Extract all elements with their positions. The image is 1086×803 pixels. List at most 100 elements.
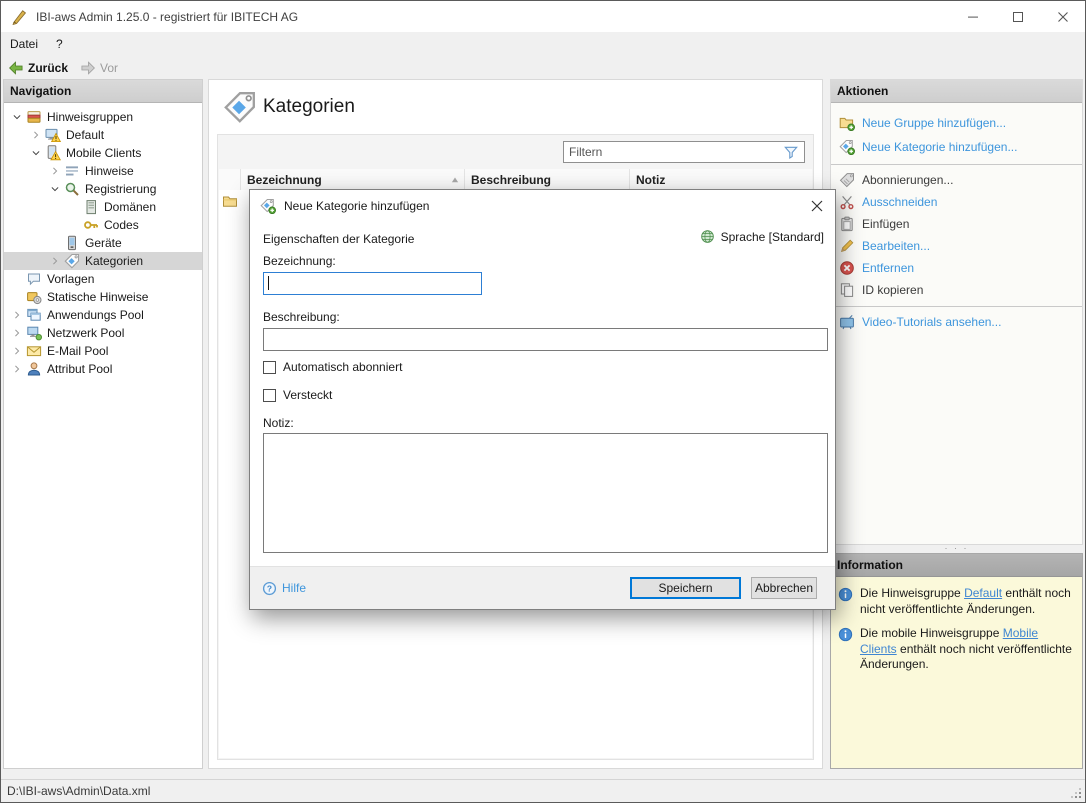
sort-asc-icon <box>450 175 460 185</box>
nav-item-kategorien[interactable]: Kategorien <box>4 252 202 270</box>
expand-icon[interactable] <box>8 343 26 359</box>
nav-item-anwendungs-pool[interactable]: Anwendungs Pool <box>4 306 202 324</box>
dialog-titlebar[interactable]: Neue Kategorie hinzufügen <box>250 190 835 221</box>
column-label: Beschreibung <box>471 173 551 187</box>
filter-input[interactable]: Filtern <box>563 141 805 163</box>
menu-help[interactable]: ? <box>47 32 72 56</box>
group-mobile-icon <box>45 145 61 161</box>
nav-item-attribut-pool[interactable]: Attribut Pool <box>4 360 202 378</box>
titlebar[interactable]: IBI-aws Admin 1.25.0 - registriert für I… <box>1 1 1085 32</box>
cancel-button[interactable]: Abbrechen <box>751 577 817 599</box>
notiz-label: Notiz: <box>263 416 294 430</box>
expand-icon[interactable] <box>27 127 45 143</box>
expand-icon[interactable] <box>8 307 26 323</box>
nav-item-hinweise[interactable]: Hinweise <box>4 162 202 180</box>
nav-item-e-mail-pool[interactable]: E-Mail Pool <box>4 342 202 360</box>
nav-item-mobile-clients[interactable]: Mobile Clients <box>4 144 202 162</box>
nav-item-codes[interactable]: Codes <box>4 216 202 234</box>
templates-icon <box>26 271 42 287</box>
nav-item-statische-hinweise[interactable]: Statische Hinweise <box>4 288 202 306</box>
nav-item-label: Anwendungs Pool <box>42 308 144 322</box>
close-button[interactable] <box>1040 1 1085 32</box>
action-video-tutorials-ansehen[interactable]: Video-Tutorials ansehen... <box>831 311 1082 333</box>
info-link-default[interactable]: Default <box>964 586 1002 600</box>
expand-icon[interactable] <box>8 325 26 341</box>
maximize-button[interactable] <box>995 1 1040 32</box>
column-beschreibung[interactable]: Beschreibung <box>465 169 630 190</box>
collapse-icon[interactable] <box>46 181 64 197</box>
nav-item-label: Mobile Clients <box>61 146 141 160</box>
codes-icon <box>83 217 99 233</box>
back-button[interactable]: Zurück <box>3 58 73 78</box>
nav-item-default[interactable]: Default <box>4 126 202 144</box>
forward-button[interactable]: Vor <box>75 58 123 78</box>
menubar: Datei ? <box>1 32 1085 56</box>
beschreibung-field[interactable] <box>263 328 828 351</box>
column-label: Notiz <box>636 173 665 187</box>
actions-header: Aktionen <box>831 80 1082 103</box>
text-caret <box>268 276 269 290</box>
dialog-close-icon[interactable] <box>809 198 825 214</box>
information-list: Die Hinweisgruppe Default enthält noch n… <box>831 577 1082 673</box>
expand-icon[interactable] <box>46 253 64 269</box>
expand-icon[interactable] <box>8 361 26 377</box>
nav-item-registrierung[interactable]: Registrierung <box>4 180 202 198</box>
nav-item-ger-te[interactable]: Geräte <box>4 234 202 252</box>
nav-item-hinweisgruppen[interactable]: Hinweisgruppen <box>4 108 202 126</box>
action-label: Video-Tutorials ansehen... <box>862 315 1001 329</box>
action-bearbeiten[interactable]: Bearbeiten... <box>831 235 1082 257</box>
action-neue-gruppe-hinzuf-gen[interactable]: Neue Gruppe hinzufügen... <box>831 111 1082 135</box>
bezeichnung-field[interactable] <box>263 272 482 295</box>
notice-groups-icon <box>26 109 42 125</box>
language-selector[interactable]: Sprache [Standard] <box>700 229 824 244</box>
copy-id-icon <box>839 282 855 298</box>
minimize-button[interactable] <box>950 1 995 32</box>
window-controls <box>950 1 1085 32</box>
action-abonnierungen[interactable]: Abonnierungen... <box>831 169 1082 191</box>
edit-icon <box>839 238 855 254</box>
navigation-panel: Navigation HinweisgruppenDefaultMobile C… <box>3 79 203 769</box>
resize-grip[interactable] <box>1069 786 1081 798</box>
dialog-footer: ? Hilfe Speichern Abbrechen <box>250 566 835 609</box>
column-icon[interactable] <box>219 169 241 190</box>
save-button[interactable]: Speichern <box>630 577 741 599</box>
checkbox-icon <box>263 389 276 402</box>
expand-icon[interactable] <box>46 163 64 179</box>
app-logo-icon <box>11 8 28 25</box>
maximize-icon <box>1010 9 1026 25</box>
nav-item-vorlagen[interactable]: Vorlagen <box>4 270 202 288</box>
column-bezeichnung[interactable]: Bezeichnung <box>241 169 465 190</box>
action-id-kopieren[interactable]: ID kopieren <box>831 279 1082 301</box>
separator <box>831 306 1082 307</box>
action-einf-gen[interactable]: Einfügen <box>831 213 1082 235</box>
action-neue-kategorie-hinzuf-gen[interactable]: Neue Kategorie hinzufügen... <box>831 135 1082 159</box>
attribute-pool-icon <box>26 361 42 377</box>
domains-icon <box>83 199 99 215</box>
close-icon <box>1055 9 1071 25</box>
expander-spacer <box>8 289 26 305</box>
action-ausschneiden[interactable]: Ausschneiden <box>831 191 1082 213</box>
nav-item-label: Netzwerk Pool <box>42 326 124 340</box>
hidden-checkbox[interactable]: Versteckt <box>263 388 332 402</box>
column-notiz[interactable]: Notiz <box>630 169 812 190</box>
nav-item-label: Domänen <box>99 200 156 214</box>
back-label: Zurück <box>28 61 68 75</box>
panel-splitter[interactable]: · · · <box>830 545 1083 553</box>
notiz-field[interactable] <box>263 433 828 553</box>
forward-arrow-icon <box>80 60 96 76</box>
collapse-icon[interactable] <box>27 145 45 161</box>
action-label: Entfernen <box>862 261 914 275</box>
action-entfernen[interactable]: Entfernen <box>831 257 1082 279</box>
nav-item-netzwerk-pool[interactable]: Netzwerk Pool <box>4 324 202 342</box>
help-link[interactable]: ? Hilfe <box>262 581 306 596</box>
table-header-row: Bezeichnung Beschreibung Notiz <box>219 169 812 191</box>
expander-spacer <box>65 217 83 233</box>
email-pool-icon <box>26 343 42 359</box>
actions-list: Neue Gruppe hinzufügen...Neue Kategorie … <box>831 103 1082 333</box>
column-label: Bezeichnung <box>247 173 322 187</box>
nav-item-dom-nen[interactable]: Domänen <box>4 198 202 216</box>
group-default-icon <box>45 127 61 143</box>
menu-datei[interactable]: Datei <box>1 32 47 56</box>
collapse-icon[interactable] <box>8 109 26 125</box>
auto-subscribed-checkbox[interactable]: Automatisch abonniert <box>263 360 402 374</box>
